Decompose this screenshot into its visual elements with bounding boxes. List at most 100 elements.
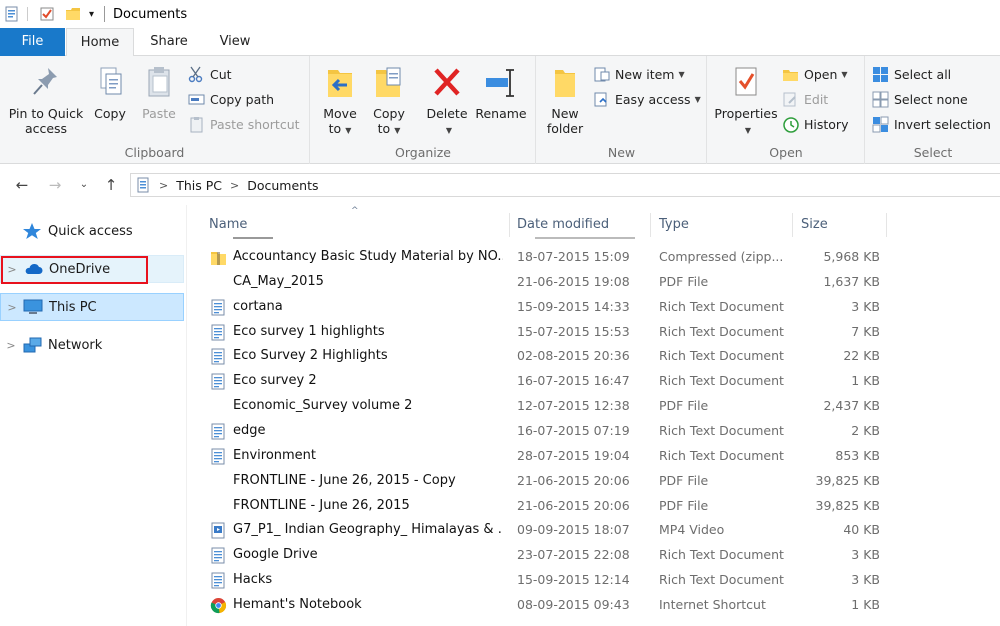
select-all-button[interactable]: Select all: [872, 64, 951, 84]
file-row[interactable]: FRONTLINE - June 26, 2015 - Copy 21-06-20…: [205, 469, 905, 494]
file-size: 22 KB: [843, 348, 880, 364]
new-group: New folder New item ▼ Easy access ▼ New: [537, 56, 707, 164]
file-size: 1 KB: [851, 373, 880, 389]
breadcrumb-documents[interactable]: Documents: [247, 178, 318, 193]
file-row[interactable]: Hacks 15-09-2015 12:14 Rich Text Document 3…: [205, 568, 905, 593]
rename-button[interactable]: Rename: [475, 64, 527, 121]
column-header-type[interactable]: Type: [651, 213, 793, 237]
copy-button[interactable]: Copy: [88, 64, 132, 121]
copy-path-button[interactable]: Copy path: [188, 89, 274, 109]
forward-arrow-icon[interactable]: →: [45, 175, 65, 195]
partially-visible-row: [205, 237, 905, 243]
file-row[interactable]: Accountancy Basic Study Material by NO..…: [205, 245, 905, 270]
folder-icon[interactable]: [65, 6, 81, 22]
select-all-icon: [873, 66, 888, 82]
copy-label: Copy: [94, 106, 126, 121]
move-label-line1: Move: [323, 106, 357, 121]
open-label: Open: [804, 66, 838, 82]
easy-access-button[interactable]: Easy access ▼: [593, 89, 701, 109]
file-date-modified: 15-07-2015 15:53: [517, 323, 630, 339]
file-name: Hacks: [233, 572, 273, 588]
file-date-modified: 15-09-2015 14:33: [517, 298, 630, 314]
document-icon: [210, 373, 227, 390]
checkbox-icon[interactable]: [39, 6, 55, 22]
dropdown-arrow-icon: ▼: [345, 126, 352, 135]
file-name: Eco survey 1 highlights: [233, 323, 385, 339]
dropdown-arrow-icon: ▼: [841, 69, 848, 79]
breadcrumb-chevron-icon[interactable]: >: [230, 179, 239, 192]
select-none-button[interactable]: Select none: [872, 89, 968, 109]
new-item-label: New item: [615, 66, 675, 82]
cut-label: Cut: [210, 66, 232, 82]
document-icon: [210, 572, 227, 589]
edit-button[interactable]: Edit: [782, 89, 828, 109]
customize-toolbar-icon[interactable]: ▾: [89, 9, 94, 20]
nav-item-this-pc[interactable]: > This PC: [0, 293, 184, 321]
column-header-size[interactable]: Size: [793, 213, 887, 237]
properties-button[interactable]: Properties ▼: [714, 64, 778, 138]
paste-button[interactable]: Paste: [136, 64, 182, 121]
file-row[interactable]: Hemant's Notebook 08-09-2015 09:43 Interne…: [205, 593, 905, 618]
file-size: 39,825 KB: [815, 472, 880, 488]
tab-share[interactable]: Share: [140, 28, 198, 56]
move-to-button[interactable]: Move to ▼: [319, 64, 361, 138]
invert-selection-button[interactable]: Invert selection: [872, 114, 991, 134]
file-row[interactable]: Economic_Survey volume 2 12-07-2015 12:38…: [205, 394, 905, 419]
expand-chevron-icon[interactable]: >: [1, 301, 23, 314]
properties-small-icon[interactable]: [4, 6, 20, 22]
file-name: Eco Survey 2 Highlights: [233, 348, 388, 364]
up-arrow-icon[interactable]: ↑: [101, 175, 121, 195]
file-name: Economic_Survey volume 2: [233, 398, 413, 414]
cut-button[interactable]: Cut: [188, 64, 232, 84]
file-row[interactable]: Eco Survey 2 Highlights 02-08-2015 20:36 R…: [205, 344, 905, 369]
tab-view[interactable]: View: [206, 28, 264, 56]
pin-icon: [33, 68, 57, 95]
column-header-date-modified[interactable]: Date modified: [509, 213, 651, 237]
copy-path-label: Copy path: [210, 91, 275, 107]
file-type: Rich Text Document: [659, 373, 784, 389]
file-row[interactable]: edge 16-07-2015 07:19 Rich Text Document 2 …: [205, 419, 905, 444]
tab-home[interactable]: Home: [66, 28, 134, 57]
delete-label: Delete: [426, 106, 468, 121]
nav-item-quick-access[interactable]: Quick access: [0, 217, 184, 245]
copy-to-button[interactable]: Copy to ▼: [367, 64, 411, 138]
file-size: 3 KB: [851, 298, 880, 314]
copy-folder-icon: [376, 67, 401, 97]
address-bar[interactable]: > This PC > Documents: [130, 173, 1000, 197]
recent-locations-chevron-icon[interactable]: ⌄: [74, 175, 94, 195]
file-size: 3 KB: [851, 572, 880, 588]
file-row[interactable]: Eco survey 1 highlights 15-07-2015 15:53 R…: [205, 320, 905, 345]
tab-file[interactable]: File: [0, 28, 65, 56]
breadcrumb-this-pc[interactable]: This PC: [176, 178, 222, 193]
file-row[interactable]: G7_P1_ Indian Geography_ Himalayas & ...…: [205, 518, 905, 543]
separator: [104, 6, 106, 22]
file-row[interactable]: Eco survey 2 16-07-2015 16:47 Rich Text Do…: [205, 369, 905, 394]
column-header-name[interactable]: Name: [201, 213, 510, 237]
pin-to-quick-access-button[interactable]: Pin to Quick access: [6, 64, 86, 136]
open-button[interactable]: Open ▼: [782, 64, 848, 84]
file-row[interactable]: cortana 15-09-2015 14:33 Rich Text Documen…: [205, 295, 905, 320]
file-type: PDF File: [659, 398, 709, 414]
delete-button[interactable]: Delete ▼: [425, 64, 469, 138]
open-folder-icon: [783, 69, 798, 81]
new-folder-button[interactable]: New folder: [543, 64, 587, 136]
file-row[interactable]: FRONTLINE - June 26, 2015 21-06-2015 20:0…: [205, 494, 905, 519]
expand-chevron-icon[interactable]: >: [0, 339, 22, 352]
paste-shortcut-button[interactable]: Paste shortcut: [188, 114, 300, 134]
file-type: Rich Text Document: [659, 447, 784, 463]
file-row[interactable]: Google Drive 23-07-2015 22:08 Rich Text Do…: [205, 543, 905, 568]
file-size: 39,825 KB: [815, 497, 880, 513]
file-size: 5,968 KB: [823, 249, 880, 264]
file-row[interactable]: CA_May_2015 21-06-2015 19:08 PDF File 1,637…: [205, 270, 905, 295]
nav-item-network[interactable]: > Network: [0, 331, 184, 359]
file-icon: [210, 398, 227, 415]
history-button[interactable]: History: [782, 114, 848, 134]
back-arrow-icon[interactable]: ←: [12, 175, 32, 195]
file-name: edge: [233, 422, 266, 438]
file-size: 1,637 KB: [823, 273, 880, 289]
file-row[interactable]: Environment 28-07-2015 19:04 Rich Text Doc…: [205, 444, 905, 469]
zip-folder-icon: [210, 249, 227, 266]
new-item-button[interactable]: New item ▼: [593, 64, 685, 84]
breadcrumb-chevron-icon[interactable]: >: [159, 179, 168, 192]
paste-shortcut-icon: [190, 116, 203, 132]
